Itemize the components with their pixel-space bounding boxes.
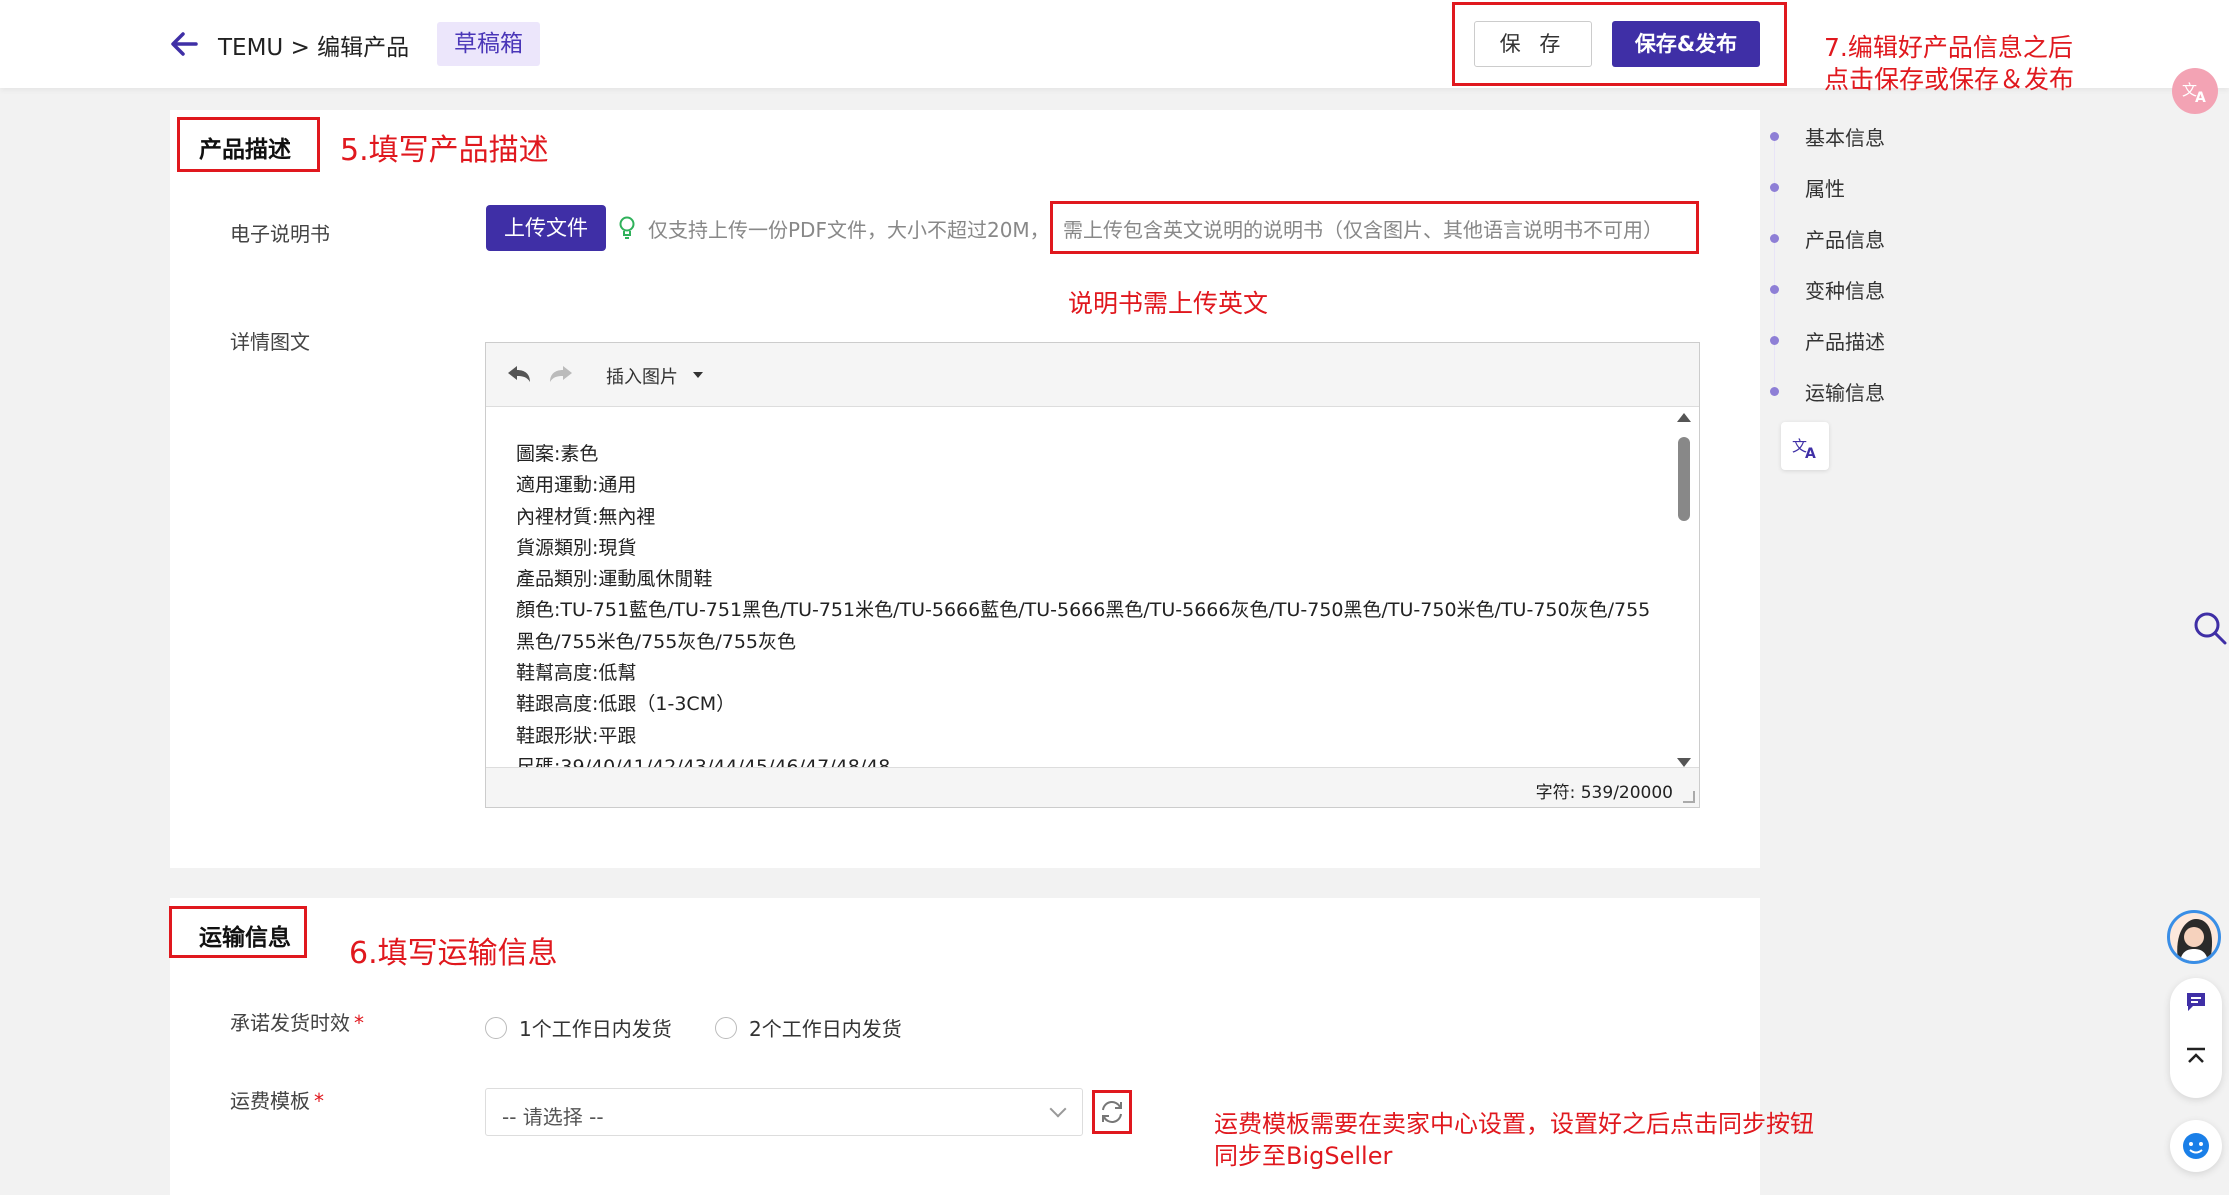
manual-label: 电子说明书 xyxy=(230,222,330,246)
manual-english-annotation: 说明书需上传英文 xyxy=(1068,289,1269,318)
upload-tip-highlight xyxy=(1050,201,1699,254)
content-line: 鞋跟高度:低跟（1-3CM） xyxy=(516,693,736,716)
content-line: 鞋跟形狀:平跟 xyxy=(516,724,637,747)
avatar-image xyxy=(2177,919,2213,961)
step7-annotation-line2: 点击保存或保存＆发布 xyxy=(1824,65,2075,94)
chat-icon[interactable] xyxy=(2184,990,2208,1014)
nav-item-product-info[interactable]: 产品信息 xyxy=(1770,224,1885,253)
freight-annotation-line2: 同步至BigSeller xyxy=(1214,1142,1393,1170)
support-avatar[interactable] xyxy=(2167,910,2221,964)
rich-text-editor[interactable]: 插入图片 圖案:素色 適用運動:通用 內裡材質:無內裡 貨源類別:現貨 產品類別… xyxy=(485,342,1700,808)
char-count: 字符: 539/20000 xyxy=(1535,783,1673,803)
step7-annotation-line1: 7.编辑好产品信息之后 xyxy=(1824,33,2073,62)
step5-annotation: 5.填写产品描述 xyxy=(340,133,549,168)
svg-text:A: A xyxy=(1805,446,1816,462)
scroll-thumb[interactable] xyxy=(1678,437,1690,521)
radio-button[interactable] xyxy=(715,1016,737,1039)
nav-item-variants[interactable]: 变种信息 xyxy=(1770,275,1885,304)
back-arrow-icon[interactable] xyxy=(166,26,202,62)
shipping-title: 运输信息 xyxy=(199,925,291,951)
ship-time-option-2[interactable]: 2个工作日内发货 xyxy=(715,1013,902,1042)
detail-label: 详情图文 xyxy=(230,330,310,354)
nav-dot xyxy=(1770,234,1779,243)
back-to-top-icon[interactable] xyxy=(2184,1046,2208,1070)
content-line: 黑色/755米色/755灰色/755灰色 xyxy=(516,630,796,653)
save-buttons-highlight xyxy=(1452,2,1787,86)
content-line: 圖案:素色 xyxy=(516,443,599,465)
nav-dot xyxy=(1770,285,1779,294)
content-line: 適用運動:通用 xyxy=(516,474,637,497)
ship-time-label: 承诺发货时效 * xyxy=(230,1011,364,1035)
step6-annotation: 6.填写运输信息 xyxy=(349,936,558,971)
svg-text:A: A xyxy=(2195,90,2206,106)
nav-item-shipping[interactable]: 运输信息 xyxy=(1770,377,1885,406)
chevron-down-icon xyxy=(1049,1100,1067,1118)
breadcrumb: TEMU > 编辑产品 xyxy=(218,35,410,61)
translate-icon: 文 A xyxy=(1792,437,1816,462)
nav-item-attributes[interactable]: 属性 xyxy=(1770,173,1845,202)
editor-statusbar: 字符: 539/20000 xyxy=(486,767,1699,807)
content-line: 貨源類別:現貨 xyxy=(516,536,637,559)
floating-tools xyxy=(2170,978,2222,1098)
nav-dot xyxy=(1770,183,1779,192)
editor-toolbar: 插入图片 xyxy=(486,343,1699,407)
upload-file-button[interactable]: 上传文件 xyxy=(486,205,606,251)
scroll-down-arrow-icon[interactable] xyxy=(1677,758,1691,767)
content-line: 內裡材質:無內裡 xyxy=(516,505,656,528)
freight-annotation-line1: 运费模板需要在卖家中心设置，设置好之后点击同步按钮 xyxy=(1214,1110,1814,1138)
insert-image-menu[interactable]: 插入图片 xyxy=(606,363,678,389)
freight-template-select[interactable]: -- 请选择 -- xyxy=(485,1088,1083,1136)
ship-time-option-1[interactable]: 1个工作日内发货 xyxy=(485,1013,672,1042)
nav-item-basic-info[interactable]: 基本信息 xyxy=(1770,122,1885,151)
undo-icon[interactable] xyxy=(506,363,532,387)
nav-dot xyxy=(1770,336,1779,345)
content-line: 顏色:TU-751藍色/TU-751黑色/TU-751米色/TU-5666藍色/… xyxy=(516,599,1651,622)
search-icon[interactable] xyxy=(2192,610,2228,646)
product-description-title: 产品描述 xyxy=(199,137,291,163)
content-line: 鞋幫高度:低幫 xyxy=(516,662,637,685)
assistant-icon xyxy=(2183,1133,2209,1159)
upload-tip: 仅支持上传一份PDF文件，大小不超过20M， xyxy=(648,218,1050,242)
select-placeholder: -- 请选择 -- xyxy=(502,1105,604,1129)
resize-handle-icon[interactable] xyxy=(1683,791,1695,803)
radio-button[interactable] xyxy=(485,1016,507,1039)
translate-float-button[interactable]: 文 A xyxy=(2172,68,2218,114)
editor-scrollbar[interactable] xyxy=(1677,413,1691,767)
content-line: 產品類別:運動風休閒鞋 xyxy=(516,568,713,591)
nav-item-description[interactable]: 产品描述 xyxy=(1770,326,1885,355)
nav-dot xyxy=(1770,387,1779,396)
freight-label: 运费模板 * xyxy=(230,1089,324,1113)
translate-button[interactable]: 文 A xyxy=(1781,422,1829,470)
required-mark: * xyxy=(354,1011,364,1035)
translate-icon: 文 A xyxy=(2182,81,2206,106)
editor-content[interactable]: 圖案:素色 適用運動:通用 內裡材質:無內裡 貨源類別:現貨 產品類別:運動風休… xyxy=(516,439,1666,771)
required-mark: * xyxy=(314,1089,324,1113)
draft-tag: 草稿箱 xyxy=(437,22,540,66)
chevron-down-icon[interactable] xyxy=(693,372,703,378)
assistant-button[interactable] xyxy=(2170,1120,2222,1172)
bulb-icon xyxy=(619,216,635,239)
redo-icon[interactable] xyxy=(548,363,574,387)
scroll-up-arrow-icon[interactable] xyxy=(1677,413,1691,422)
nav-dot xyxy=(1770,132,1779,141)
refresh-icon[interactable] xyxy=(1092,1090,1132,1134)
